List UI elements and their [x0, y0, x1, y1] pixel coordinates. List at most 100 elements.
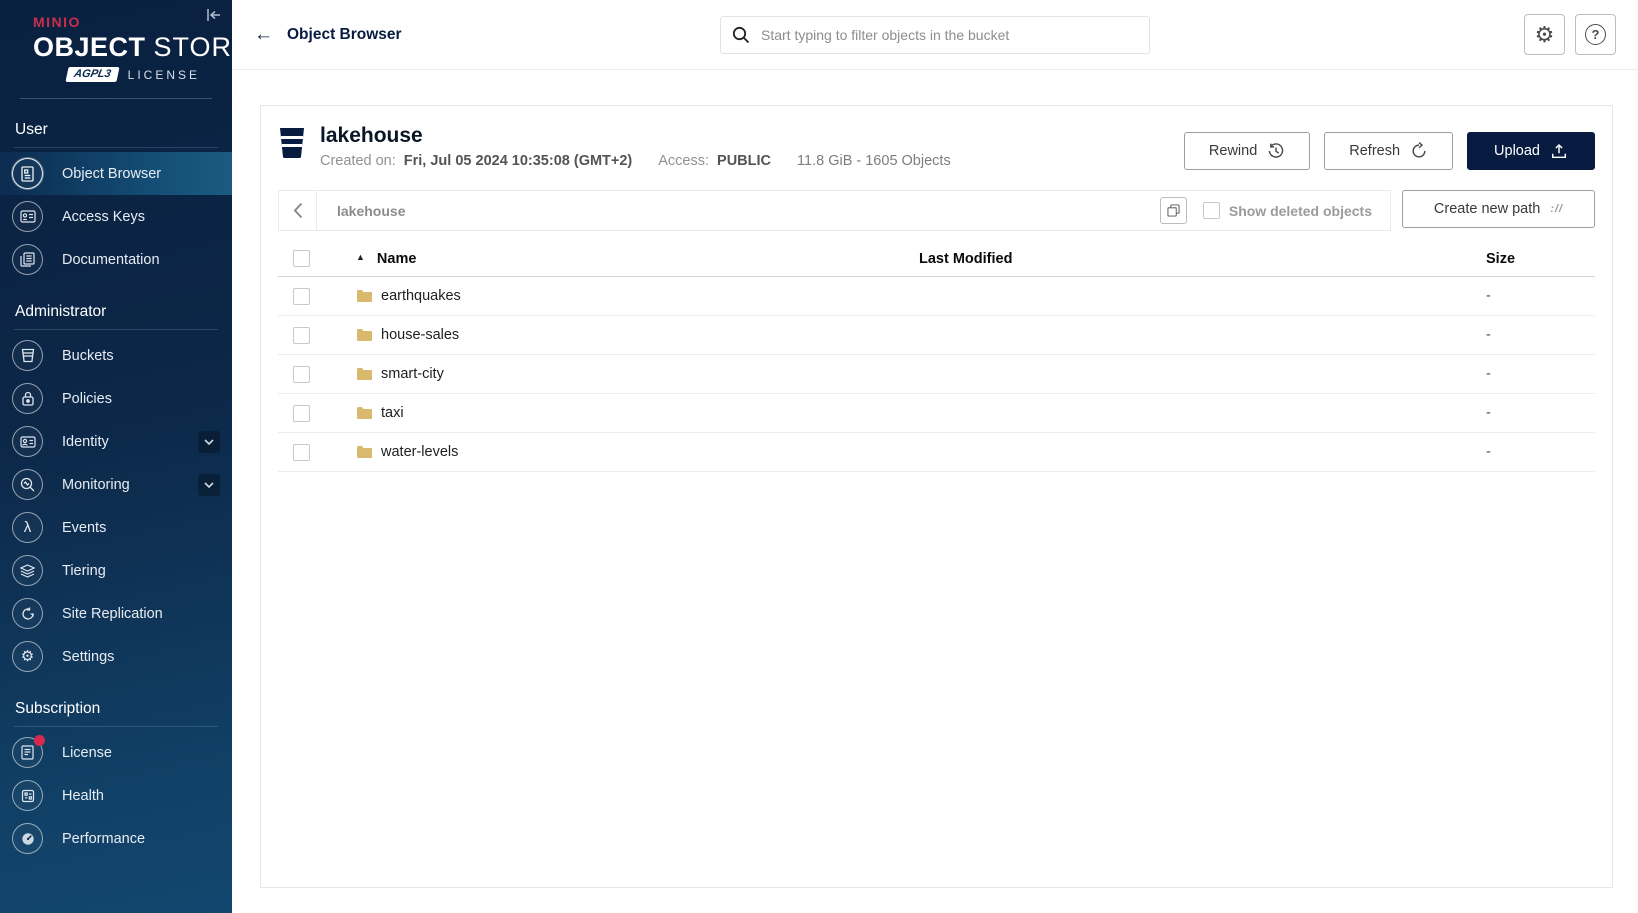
sidebar-item-monitoring[interactable]: Monitoring — [0, 463, 232, 506]
notification-dot — [34, 735, 45, 746]
sidebar-item-identity[interactable]: Identity — [0, 420, 232, 463]
chevron-left-icon — [293, 202, 302, 219]
documentation-icon — [12, 244, 43, 275]
sidebar-item-documentation[interactable]: Documentation — [0, 238, 232, 281]
upload-label: Upload — [1494, 143, 1540, 159]
folder-icon — [357, 368, 372, 380]
current-path: lakehouse — [337, 202, 406, 219]
product-wordmark: OBJECT STORE — [33, 32, 252, 62]
object-name: water-levels — [381, 444, 459, 460]
rewind-button[interactable]: Rewind — [1183, 132, 1311, 170]
main-content: ← Object Browser ⚙ ? — [232, 0, 1638, 913]
site-replication-icon — [12, 598, 43, 629]
refresh-icon — [1412, 142, 1426, 158]
path-protocol-icon: :// — [1550, 203, 1564, 215]
section-divider — [14, 147, 218, 148]
sidebar-item-object-browser[interactable]: Object Browser — [0, 152, 232, 195]
table-row[interactable]: earthquakes - — [278, 277, 1595, 316]
object-size: - — [1486, 405, 1491, 421]
upload-icon — [1551, 143, 1567, 159]
object-size: - — [1486, 288, 1491, 304]
row-checkbox[interactable] — [292, 443, 310, 461]
table-row[interactable]: water-levels - — [278, 433, 1595, 472]
table-row[interactable]: smart-city - — [278, 355, 1595, 394]
search-icon — [732, 26, 750, 44]
copy-path-button[interactable] — [1159, 197, 1187, 224]
sidebar-item-label: Object Browser — [62, 165, 162, 182]
row-checkbox[interactable] — [292, 326, 310, 344]
sidebar-item-performance[interactable]: Performance — [0, 817, 232, 860]
access-value: PUBLIC — [717, 153, 772, 169]
show-deleted-toggle[interactable]: Show deleted objects — [1202, 202, 1372, 219]
table-row[interactable]: house-sales - — [278, 316, 1595, 355]
folder-icon — [357, 329, 372, 341]
license-text: LICENSE — [127, 67, 200, 82]
column-header-size[interactable]: Size — [1486, 251, 1595, 267]
row-checkbox[interactable] — [292, 404, 310, 422]
show-deleted-checkbox[interactable] — [1202, 202, 1220, 219]
upload-button[interactable]: Upload — [1467, 132, 1595, 170]
column-header-last-modified[interactable]: Last Modified — [919, 251, 1486, 267]
events-lambda-icon: λ — [12, 512, 43, 543]
search-input[interactable] — [720, 15, 1150, 54]
path-back-button[interactable] — [279, 191, 317, 230]
bucket-summary: 11.8 GiB - 1605 Objects — [797, 153, 951, 169]
table-row[interactable]: taxi - — [278, 394, 1595, 433]
sidebar-item-access-keys[interactable]: Access Keys — [0, 195, 232, 238]
sidebar-item-health[interactable]: Health — [0, 774, 232, 817]
bucket-actions: Rewind Refresh Upload — [1183, 132, 1595, 170]
sidebar-item-label: Site Replication — [62, 605, 163, 622]
settings-gear-icon: ⚙ — [12, 641, 43, 672]
minio-wordmark: MINIO — [33, 14, 81, 30]
created-on-value: Fri, Jul 05 2024 10:35:08 (GMT+2) — [403, 153, 633, 169]
sidebar-item-label: Tiering — [62, 562, 106, 579]
row-checkbox[interactable] — [292, 365, 310, 383]
top-bar: ← Object Browser ⚙ ? — [232, 0, 1638, 70]
sidebar-item-label: Documentation — [62, 251, 160, 268]
sidebar-item-tiering[interactable]: Tiering — [0, 549, 232, 592]
sidebar-item-label: Buckets — [62, 347, 114, 364]
topbar-actions: ⚙ ? — [1524, 14, 1616, 55]
monitoring-icon — [12, 469, 43, 500]
access-keys-icon — [12, 201, 43, 232]
column-header-name[interactable]: ▲ Name — [324, 251, 919, 267]
section-label-user: User — [15, 121, 48, 138]
sidebar-item-buckets[interactable]: Buckets — [0, 334, 232, 377]
sidebar-item-policies[interactable]: Policies — [0, 377, 232, 420]
chevron-down-icon[interactable] — [198, 473, 220, 496]
sidebar-item-settings[interactable]: ⚙ Settings — [0, 635, 232, 678]
folder-icon — [357, 290, 372, 302]
sidebar-item-site-replication[interactable]: Site Replication — [0, 592, 232, 635]
create-new-path-button[interactable]: Create new path :// — [1402, 190, 1595, 228]
row-checkbox[interactable] — [292, 287, 310, 305]
created-on-label: Created on: — [320, 153, 396, 169]
sidebar-item-events[interactable]: λ Events — [0, 506, 232, 549]
refresh-label: Refresh — [1349, 143, 1401, 159]
back-arrow-icon[interactable]: ← — [254, 24, 273, 46]
folder-icon — [357, 446, 372, 458]
refresh-button[interactable]: Refresh — [1324, 132, 1454, 170]
table-header-row: ▲ Name Last Modified Size — [278, 241, 1595, 277]
rewind-label: Rewind — [1208, 143, 1258, 159]
search-container — [720, 15, 1150, 54]
sidebar-item-label: Access Keys — [62, 208, 145, 225]
select-all-checkbox[interactable] — [292, 250, 310, 267]
copy-icon — [1167, 204, 1180, 217]
sidebar: MINIO OBJECT STORE AGPL3 LICENSE User Ob… — [0, 0, 252, 913]
chevron-down-icon[interactable] — [198, 430, 220, 453]
collapse-sidebar-icon[interactable] — [206, 8, 222, 22]
help-button[interactable]: ? — [1575, 14, 1616, 55]
page-title: Object Browser — [287, 25, 402, 43]
rewind-icon — [1268, 143, 1284, 158]
sidebar-item-license[interactable]: License — [0, 731, 232, 774]
buckets-icon — [12, 340, 43, 371]
agpl-badge: AGPL3 — [65, 67, 120, 82]
settings-button[interactable]: ⚙ — [1524, 14, 1565, 55]
objects-table: ▲ Name Last Modified Size earthquakes - — [278, 241, 1595, 472]
access-label: Access: — [658, 153, 710, 169]
license-badge: AGPL3 LICENSE — [33, 67, 200, 82]
sidebar-item-label: Events — [62, 519, 107, 536]
bucket-titles: lakehouse Created on: Fri, Jul 05 2024 1… — [320, 124, 951, 169]
object-name: house-sales — [381, 327, 460, 343]
help-icon: ? — [1585, 24, 1606, 45]
